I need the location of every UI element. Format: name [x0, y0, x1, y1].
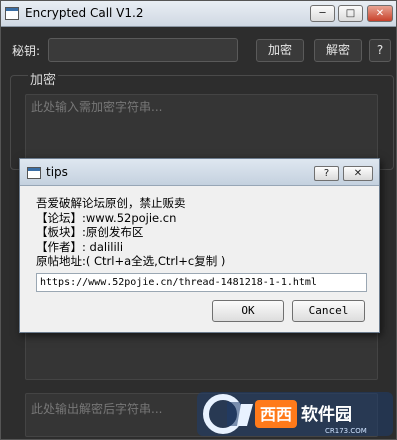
dialog-close-button[interactable]: ✕	[343, 166, 373, 181]
maximize-button[interactable]: □	[338, 5, 363, 22]
dialog-message: 吾爱破解论坛原创，禁止贩卖 【论坛】:www.52pojie.cn 【板块】:原…	[36, 196, 225, 269]
svg-text:软件园: 软件园	[301, 404, 352, 425]
encrypt-button[interactable]: 加密	[256, 39, 304, 62]
svg-text:西西: 西西	[260, 405, 292, 424]
dialog-title-bar[interactable]: tips ? ✕	[20, 159, 379, 186]
dialog-help-button[interactable]: ?	[314, 166, 339, 181]
close-button[interactable]: ✕	[367, 5, 393, 22]
encrypt-group-title: 加密	[28, 69, 59, 88]
dialog-line: 【论坛】:www.52pojie.cn	[36, 210, 177, 225]
decrypt-button[interactable]: 解密	[314, 39, 362, 62]
svg-text:CR173.COM: CR173.COM	[325, 427, 367, 435]
window-title: Encrypted Call V1.2	[25, 6, 144, 20]
dialog-title: tips	[46, 165, 68, 179]
minimize-button[interactable]: ─	[310, 5, 335, 22]
dialog-line: 【板块】:原创发布区	[36, 225, 144, 239]
dialog-line: 【作者】: dalilili	[36, 239, 124, 254]
url-field[interactable]: https://www.52pojie.cn/thread-1481218-1-…	[36, 273, 367, 292]
dialog-window-icon	[27, 167, 41, 179]
dialog-line: 吾爱破解论坛原创，禁止贩卖	[36, 196, 186, 210]
title-bar[interactable]: Encrypted Call V1.2 ─ □ ✕	[1, 1, 396, 27]
tips-dialog: tips ? ✕ 吾爱破解论坛原创，禁止贩卖 【论坛】:www.52pojie.…	[19, 158, 380, 333]
ok-button[interactable]: OK	[212, 300, 284, 322]
app-window-icon	[5, 7, 19, 20]
key-label: 秘钥:	[12, 44, 41, 58]
dialog-line: 原帖地址:( Ctrl+a全选,Ctrl+c复制 )	[36, 254, 226, 268]
encrypt-input-area[interactable]: 此处输入需加密字符串...	[25, 94, 378, 164]
key-input[interactable]	[48, 38, 238, 62]
site-watermark-logo: 西西 软件园 CR173.COM	[197, 390, 393, 438]
cancel-button[interactable]: Cancel	[292, 300, 365, 322]
help-button[interactable]: ?	[369, 39, 391, 62]
